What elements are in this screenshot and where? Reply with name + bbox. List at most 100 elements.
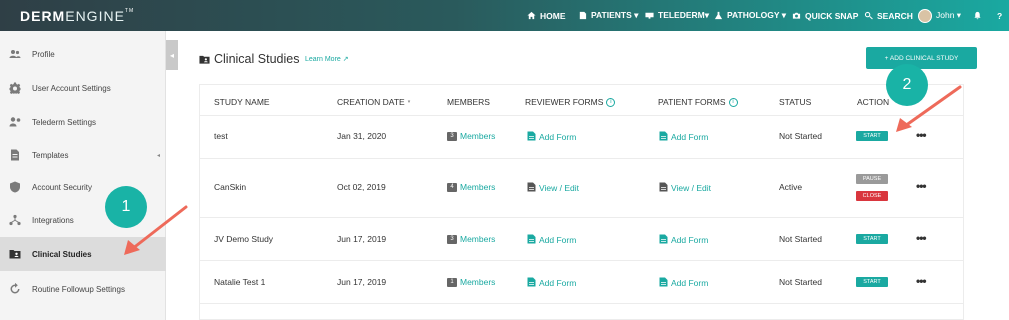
pause-button[interactable]: PAUSE xyxy=(856,174,888,184)
reviewer-form-link[interactable]: Add Form xyxy=(527,234,576,246)
avatar xyxy=(918,8,932,23)
sidebar-collapse-button[interactable]: ◂ xyxy=(166,40,178,70)
form-icon xyxy=(659,277,668,289)
nav-home[interactable]: HOME xyxy=(527,0,566,31)
table-divider xyxy=(200,260,963,261)
status-text: Active xyxy=(779,182,803,192)
column-header-patient-forms[interactable]: PATIENT FORMS i xyxy=(658,97,738,107)
folder-person-icon xyxy=(9,248,21,260)
table-divider xyxy=(200,115,963,116)
form-icon xyxy=(527,234,536,246)
status-text: Not Started xyxy=(779,234,822,244)
status-text: Not Started xyxy=(779,131,822,141)
dermengine-logo[interactable]: DERMENGINETM xyxy=(20,8,134,24)
reviewer-form-link[interactable]: Add Form xyxy=(527,277,576,289)
study-name[interactable]: Natalie Test 1 xyxy=(214,277,265,287)
nav-patients[interactable]: PATIENTS ▾ xyxy=(578,0,638,31)
nav-quick-snap[interactable]: QUICK SNAP xyxy=(792,0,858,31)
sidebar-item-templates[interactable]: Templates ◂ xyxy=(0,138,166,172)
nav-pathology[interactable]: PATHOLOGY ▾ xyxy=(714,0,786,31)
column-header-study-name[interactable]: STUDY NAME xyxy=(214,97,270,107)
telederm-settings-icon xyxy=(9,116,21,128)
nav-search[interactable]: SEARCH xyxy=(864,0,913,31)
form-edit-icon xyxy=(659,182,668,194)
add-clinical-study-button[interactable]: + ADD CLINICAL STUDY xyxy=(866,47,977,69)
network-icon xyxy=(9,214,21,226)
bell-icon xyxy=(974,11,981,20)
members-link[interactable]: 4 Members xyxy=(447,182,495,192)
learn-more-link[interactable]: Learn More ↗ xyxy=(305,55,349,63)
members-link[interactable]: 3 Members xyxy=(447,131,495,141)
start-button[interactable]: START xyxy=(856,131,888,141)
study-name[interactable]: JV Demo Study xyxy=(214,234,273,244)
creation-date: Jan 31, 2020 xyxy=(337,131,387,141)
camera-icon xyxy=(792,12,801,19)
table-divider xyxy=(200,303,963,304)
info-icon[interactable]: i xyxy=(728,97,738,107)
sort-desc-icon: ▾ xyxy=(407,99,411,105)
column-header-action: ACTION xyxy=(857,97,890,107)
members-count: 4 xyxy=(447,182,457,192)
members-count: 1 xyxy=(447,277,457,287)
status-text: Not Started xyxy=(779,277,822,287)
column-header-status[interactable]: STATUS xyxy=(779,97,811,107)
reviewer-form-link[interactable]: Add Form xyxy=(527,131,576,143)
members-count: 3 xyxy=(447,131,457,141)
top-navbar: DERMENGINETM HOME PATIENTS ▾ TELEDERM▾ P… xyxy=(0,0,1009,31)
column-header-members[interactable]: MEMBERS xyxy=(447,97,490,107)
annotation-badge-1: 1 xyxy=(105,186,147,228)
creation-date: Oct 02, 2019 xyxy=(337,182,386,192)
study-name[interactable]: test xyxy=(214,131,228,141)
creation-date: Jun 17, 2019 xyxy=(337,277,387,287)
column-header-reviewer-forms[interactable]: REVIEWER FORMS i xyxy=(525,97,616,107)
patient-form-link[interactable]: Add Form xyxy=(659,131,708,143)
pathology-icon xyxy=(714,11,723,20)
reviewer-form-link[interactable]: View / Edit xyxy=(527,182,579,194)
clinical-studies-table xyxy=(199,84,964,320)
people-icon xyxy=(9,48,21,60)
form-icon xyxy=(659,234,668,246)
start-button[interactable]: START xyxy=(856,234,888,244)
external-link-icon: ↗ xyxy=(342,56,349,63)
patient-form-link[interactable]: View / Edit xyxy=(659,182,711,194)
user-menu[interactable]: John ▾ xyxy=(918,0,961,31)
sidebar-item-clinical-studies[interactable]: Clinical Studies xyxy=(0,237,166,271)
close-button[interactable]: CLOSE xyxy=(856,191,888,201)
form-icon xyxy=(527,131,536,143)
refresh-icon xyxy=(9,282,21,295)
study-name[interactable]: CanSkin xyxy=(214,182,246,192)
gear-icon xyxy=(9,82,21,94)
table-divider xyxy=(200,217,963,218)
table-divider xyxy=(200,158,963,159)
sidebar-item-user-account-settings[interactable]: User Account Settings xyxy=(0,71,166,105)
sidebar-item-routine-followup-settings[interactable]: Routine Followup Settings xyxy=(0,272,166,306)
page-title: Clinical Studies xyxy=(199,52,299,66)
members-count: 3 xyxy=(447,234,457,244)
home-icon xyxy=(527,11,536,20)
patient-form-link[interactable]: Add Form xyxy=(659,234,708,246)
settings-sidebar: Profile User Account Settings Telederm S… xyxy=(0,31,166,320)
help-button[interactable]: ? xyxy=(997,0,1002,31)
more-options-icon[interactable]: ••• xyxy=(916,274,927,288)
search-icon xyxy=(864,11,873,20)
nav-telederm[interactable]: TELEDERM▾ xyxy=(645,0,709,31)
members-link[interactable]: 3 Members xyxy=(447,234,495,244)
patients-icon xyxy=(579,11,587,20)
form-edit-icon xyxy=(527,182,536,194)
sidebar-item-profile[interactable]: Profile xyxy=(0,37,166,71)
notifications-button[interactable] xyxy=(973,0,982,31)
shield-icon xyxy=(9,181,21,193)
creation-date: Jun 17, 2019 xyxy=(337,234,387,244)
info-icon[interactable]: i xyxy=(606,97,616,107)
start-button[interactable]: START xyxy=(856,277,888,287)
form-icon xyxy=(659,131,668,143)
members-link[interactable]: 1 Members xyxy=(447,277,495,287)
patient-form-link[interactable]: Add Form xyxy=(659,277,708,289)
more-options-icon[interactable]: ••• xyxy=(916,128,927,142)
more-options-icon[interactable]: ••• xyxy=(916,179,927,193)
column-header-creation-date[interactable]: CREATION DATE ▾ xyxy=(337,97,410,107)
templates-expand-icon[interactable]: ◂ xyxy=(157,152,160,159)
more-options-icon[interactable]: ••• xyxy=(916,231,927,245)
folder-person-icon xyxy=(199,55,210,64)
sidebar-item-telederm-settings[interactable]: Telederm Settings xyxy=(0,105,166,139)
